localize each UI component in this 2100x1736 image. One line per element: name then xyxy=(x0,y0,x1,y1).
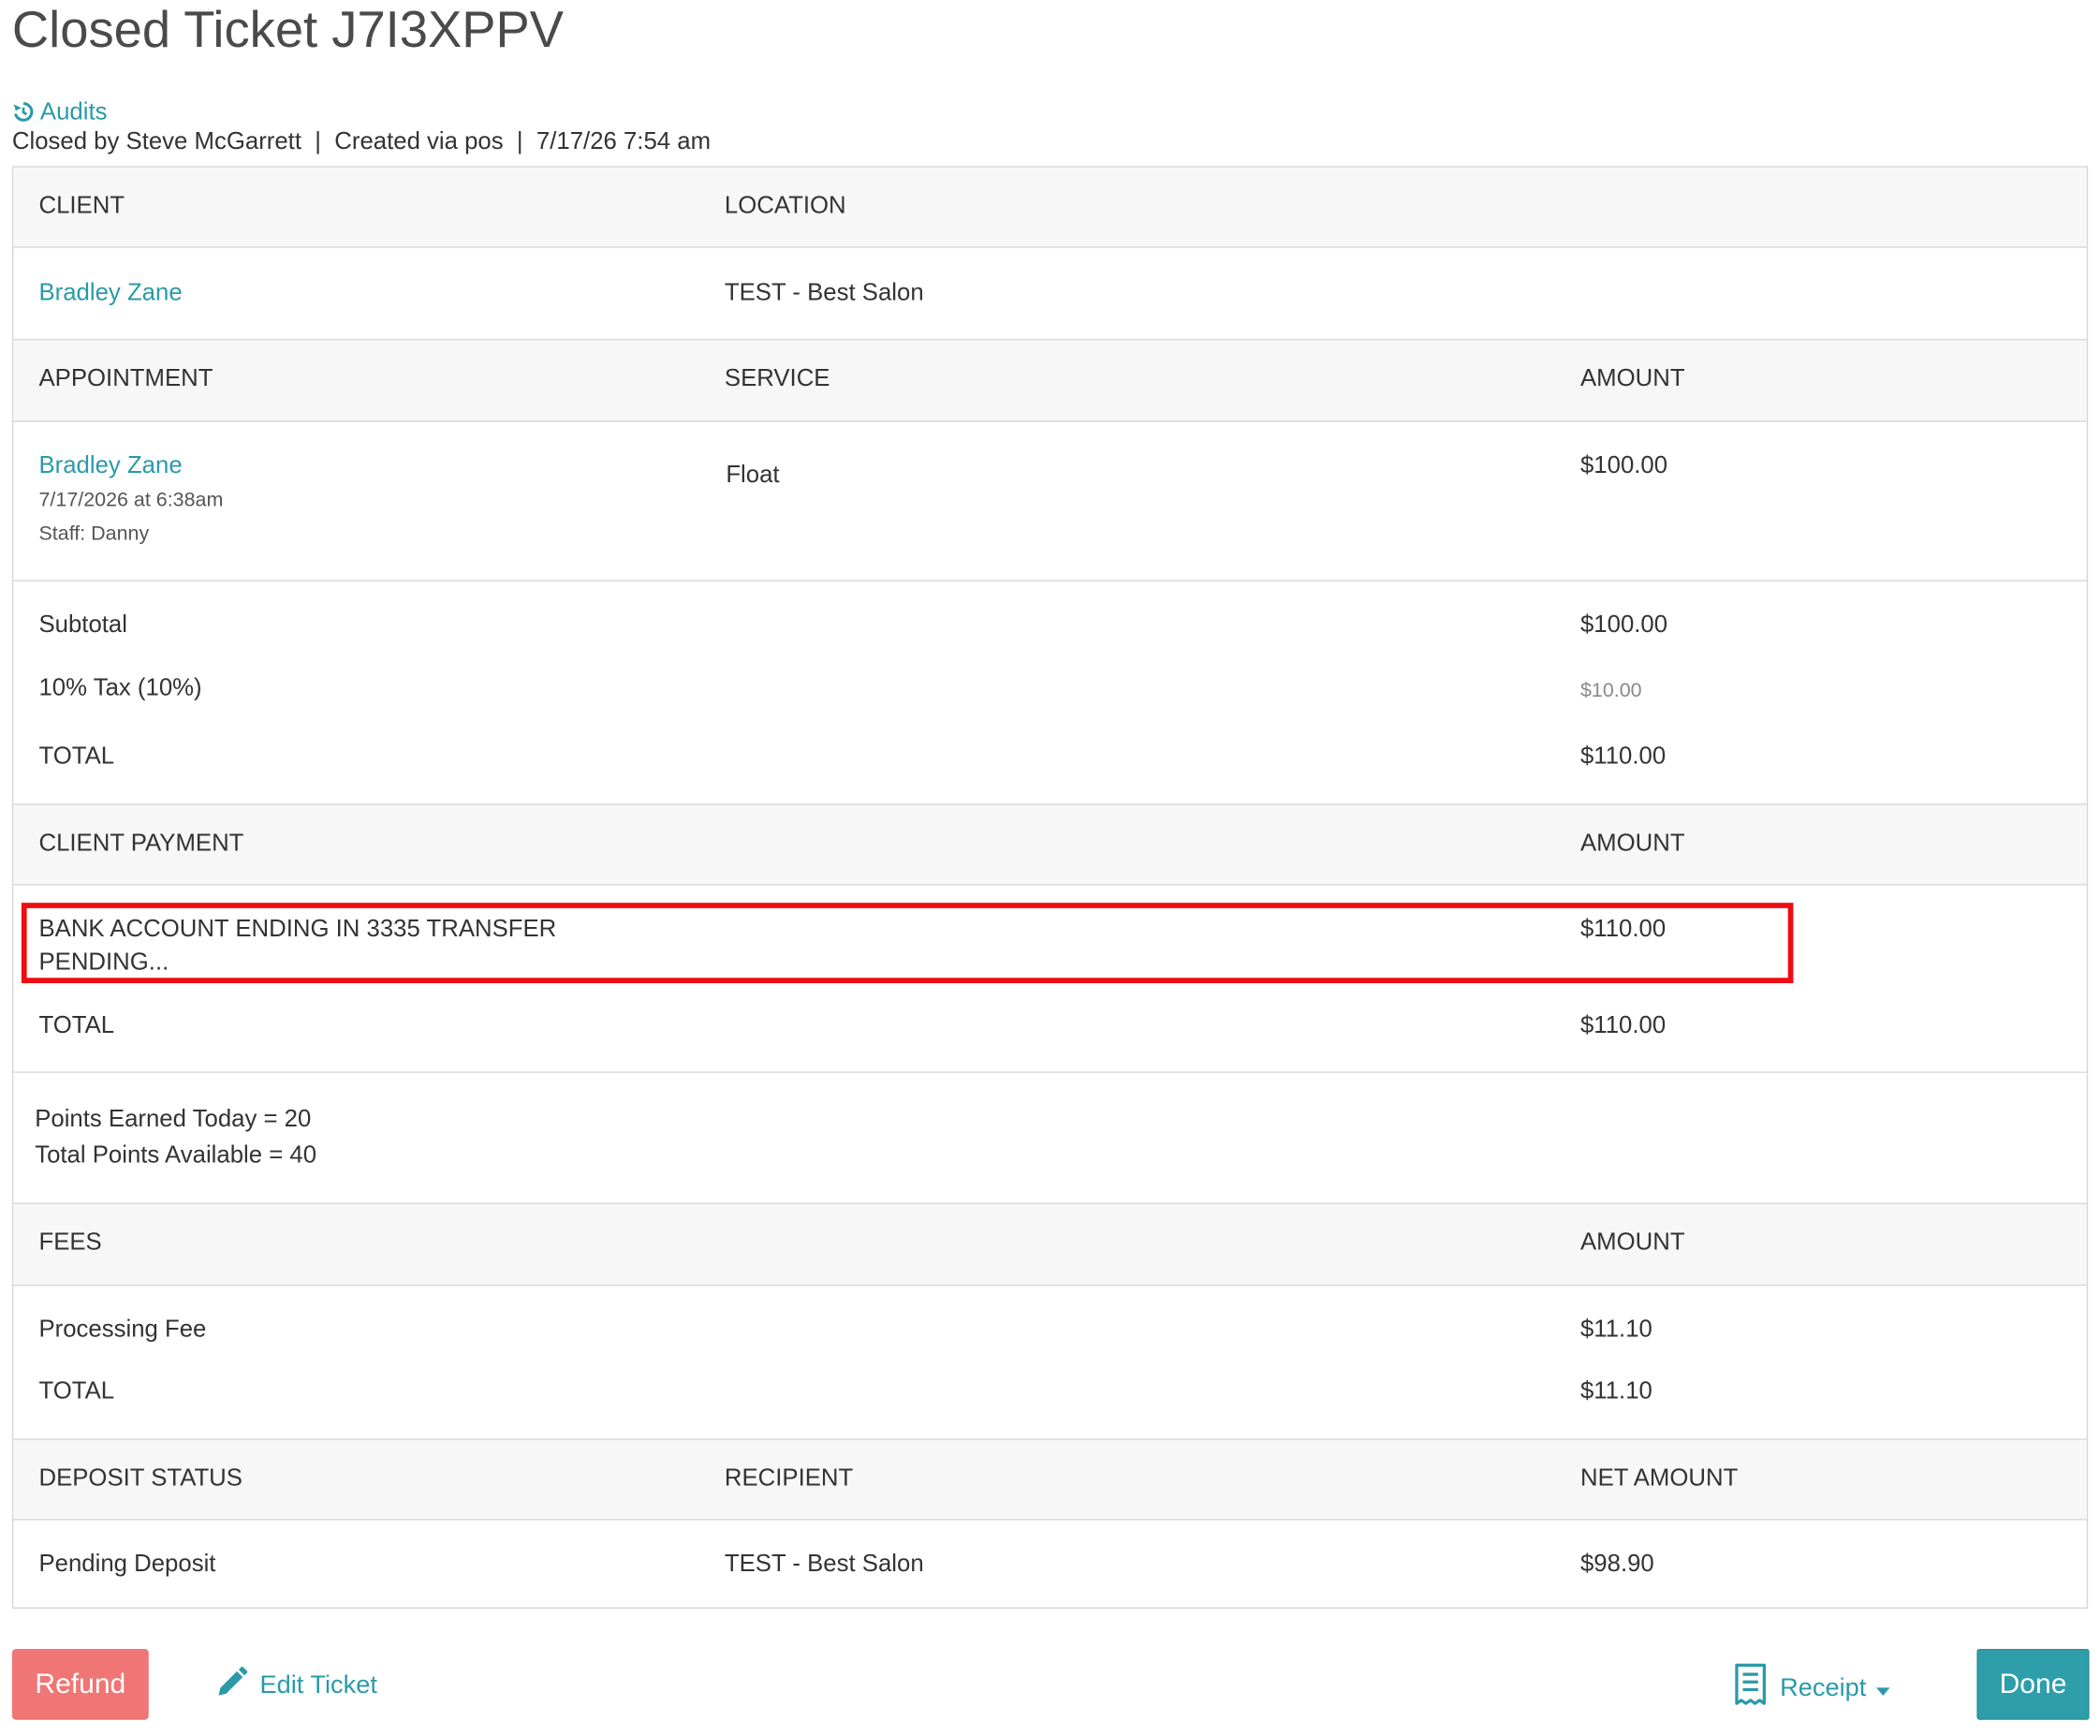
appointment-header-row: APPOINTMENT SERVICE AMOUNT xyxy=(13,338,2087,422)
done-label: Done xyxy=(1999,1668,2067,1699)
tax-value: $10.00 xyxy=(1579,679,1642,702)
client-name-link[interactable]: Bradley Zane xyxy=(38,279,182,307)
processing-fee-label: Processing Fee xyxy=(38,1315,207,1343)
amount-header: AMOUNT xyxy=(1579,364,1685,391)
fees-header-row: FEES AMOUNT xyxy=(13,1202,2087,1287)
fees-amount-header: AMOUNT xyxy=(1579,1228,1685,1256)
subtotal-label: Subtotal xyxy=(38,611,127,638)
payment-method-line2: PENDING... xyxy=(38,948,169,976)
recipient-value: TEST - Best Salon xyxy=(724,1550,924,1577)
fees-total-value: $11.10 xyxy=(1579,1376,1652,1405)
edit-ticket-button[interactable]: Edit Ticket xyxy=(214,1665,377,1708)
recipient-header: RECIPIENT xyxy=(724,1464,854,1492)
audits-label: Audits xyxy=(39,97,108,125)
total-label: TOTAL xyxy=(38,742,115,770)
client-header: CLIENT xyxy=(38,191,125,219)
appointment-amount: $100.00 xyxy=(1579,451,1668,478)
subtotal-value: $100.00 xyxy=(1579,611,1668,638)
appointment-datetime: 7/17/2026 at 6:38am xyxy=(38,489,224,512)
edit-ticket-label: Edit Ticket xyxy=(259,1671,377,1700)
page-title: Closed Ticket J7I3XPPV xyxy=(11,2,565,59)
deposit-status-value: Pending Deposit xyxy=(38,1550,216,1577)
points-total-available: Total Points Available = 40 xyxy=(35,1140,317,1169)
appointment-header: APPOINTMENT xyxy=(38,364,213,391)
ticket-meta: Closed by Steve McGarrett | Created via … xyxy=(11,126,712,154)
client-header-row: CLIENT LOCATION xyxy=(13,167,2087,248)
receipt-label: Receipt xyxy=(1780,1674,1867,1703)
points-earned-today: Points Earned Today = 20 xyxy=(35,1105,312,1132)
closed-ticket-page: Closed Ticket J7I3XPPV Audits Closed by … xyxy=(0,0,2100,1736)
pencil-icon xyxy=(214,1665,249,1708)
ticket-details-panel: CLIENT LOCATION Bradley Zane TEST - Best… xyxy=(11,166,2089,1610)
net-amount-header: NET AMOUNT xyxy=(1579,1464,1739,1492)
payment-total-label: TOTAL xyxy=(38,1011,115,1038)
payment-header-row: CLIENT PAYMENT AMOUNT xyxy=(13,803,2087,886)
fees-total-label: TOTAL xyxy=(38,1376,115,1405)
audits-link[interactable]: Audits xyxy=(12,97,108,125)
service-value: Float xyxy=(726,461,780,488)
deposit-status-header: DEPOSIT STATUS xyxy=(38,1464,242,1492)
refund-button[interactable]: Refund xyxy=(11,1648,149,1720)
net-amount-value: $98.90 xyxy=(1579,1550,1654,1577)
payment-total-value: $110.00 xyxy=(1579,1011,1667,1038)
receipt-icon xyxy=(1732,1663,1770,1714)
done-button[interactable]: Done xyxy=(1976,1648,2090,1720)
appointment-client-link[interactable]: Bradley Zane xyxy=(38,451,182,479)
history-icon xyxy=(12,100,35,123)
total-value: $110.00 xyxy=(1579,742,1667,770)
payment-amount-header: AMOUNT xyxy=(1579,829,1685,857)
receipt-dropdown-button[interactable]: Receipt xyxy=(1732,1663,1891,1714)
processing-fee-value: $11.10 xyxy=(1579,1315,1652,1343)
refund-label: Refund xyxy=(35,1668,126,1699)
tax-label: 10% Tax (10%) xyxy=(38,673,202,701)
caret-down-icon xyxy=(1876,1687,1891,1697)
client-payment-header: CLIENT PAYMENT xyxy=(38,829,244,857)
divider xyxy=(13,580,2087,581)
location-header: LOCATION xyxy=(724,191,846,219)
payment-method-line1: BANK ACCOUNT ENDING IN 3335 TRANSFER xyxy=(38,915,557,942)
divider xyxy=(13,1071,2087,1073)
deposit-header-row: DEPOSIT STATUS RECIPIENT NET AMOUNT xyxy=(13,1438,2087,1521)
location-value: TEST - Best Salon xyxy=(724,278,924,306)
fees-header: FEES xyxy=(38,1228,102,1256)
payment-method-amount: $110.00 xyxy=(1579,915,1667,942)
service-header: SERVICE xyxy=(724,364,830,391)
appointment-staff: Staff: Danny xyxy=(38,522,150,546)
